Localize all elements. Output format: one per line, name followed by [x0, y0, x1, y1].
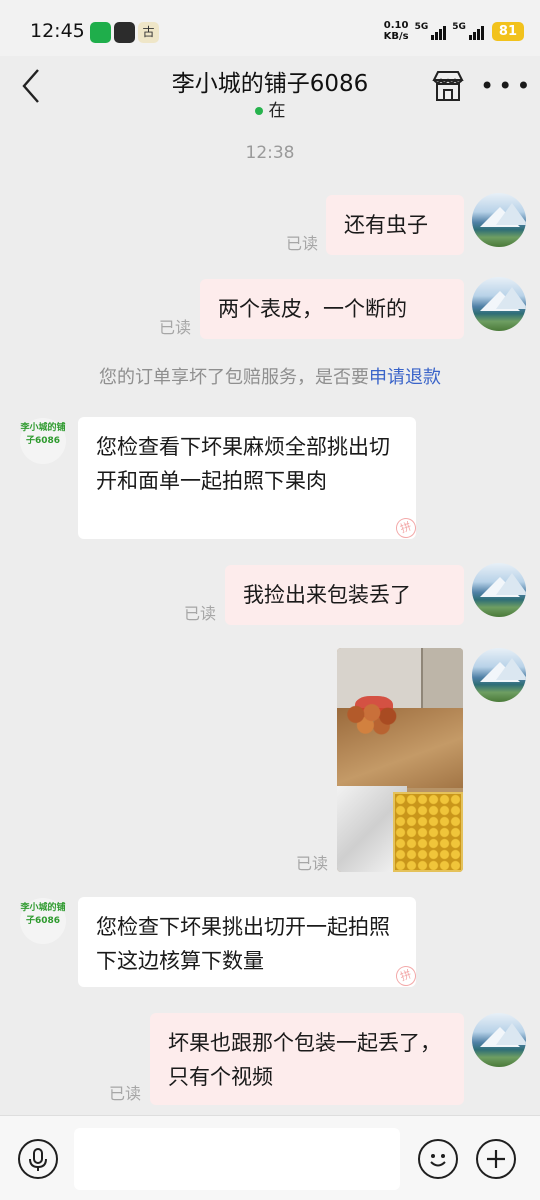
emoji-icon[interactable] [418, 1139, 458, 1179]
read-receipt: 已读 [159, 318, 192, 337]
signal-icon: 5G [415, 22, 447, 40]
message-bubble[interactable]: 您检查下坏果挑出切开一起拍照下这边核算下数量 [78, 897, 416, 987]
read-receipt: 已读 [296, 854, 329, 873]
refund-link[interactable]: 申请退款 [369, 367, 441, 388]
message-bubble[interactable]: 您检查看下坏果麻烦全部挑出切开和面单一起拍照下果肉 [78, 417, 416, 539]
app-badge-icon: 古 [138, 22, 159, 43]
message-photo[interactable] [337, 648, 463, 872]
read-receipt: 已读 [184, 604, 217, 623]
shop-avatar[interactable]: 李小城的铺子6086 [20, 418, 66, 464]
status-time: 12:45 [30, 20, 85, 42]
online-dot-icon [254, 107, 263, 115]
signal-icon: 5G [452, 22, 484, 40]
chat-header: 李小城的铺子6086 在 ••• [0, 56, 540, 124]
network-speed: 0.10 KB/s [383, 20, 409, 42]
shop-avatar[interactable]: 李小城的铺子6086 [20, 898, 66, 944]
user-avatar[interactable] [472, 277, 526, 331]
status-right: 0.10 KB/s 5G 5G 81 [384, 20, 524, 42]
message-bubble[interactable]: 我捡出来包装丢了 [225, 565, 464, 625]
message-bubble[interactable]: 还有虫子 [326, 195, 464, 255]
chat-timestamp: 12:38 [245, 143, 295, 163]
battery-icon: 81 [491, 21, 524, 41]
more-icon[interactable]: ••• [480, 74, 534, 98]
plus-icon[interactable] [476, 1139, 516, 1179]
user-avatar[interactable] [472, 563, 526, 617]
wechat-icon [114, 22, 135, 43]
store-icon[interactable] [430, 68, 466, 104]
message-bubble[interactable]: 坏果也跟那个包装一起丢了，只有个视频 [150, 1013, 464, 1105]
read-receipt: 已读 [286, 234, 319, 253]
user-avatar[interactable] [472, 193, 526, 247]
user-avatar[interactable] [472, 1013, 526, 1067]
voice-icon[interactable] [18, 1139, 58, 1179]
read-receipt: 已读 [109, 1084, 142, 1103]
message-input[interactable] [74, 1128, 400, 1190]
status-bar: 12:45 古 0.10 KB/s 5G 5G 81 [0, 0, 540, 56]
user-avatar[interactable] [472, 648, 526, 702]
system-notice: 您的订单享坏了包赔服务，是否要申请退款 [99, 367, 441, 388]
input-bar [0, 1115, 540, 1200]
music-app-icon [90, 22, 111, 43]
message-bubble[interactable]: 两个表皮，一个断的 [200, 279, 464, 339]
